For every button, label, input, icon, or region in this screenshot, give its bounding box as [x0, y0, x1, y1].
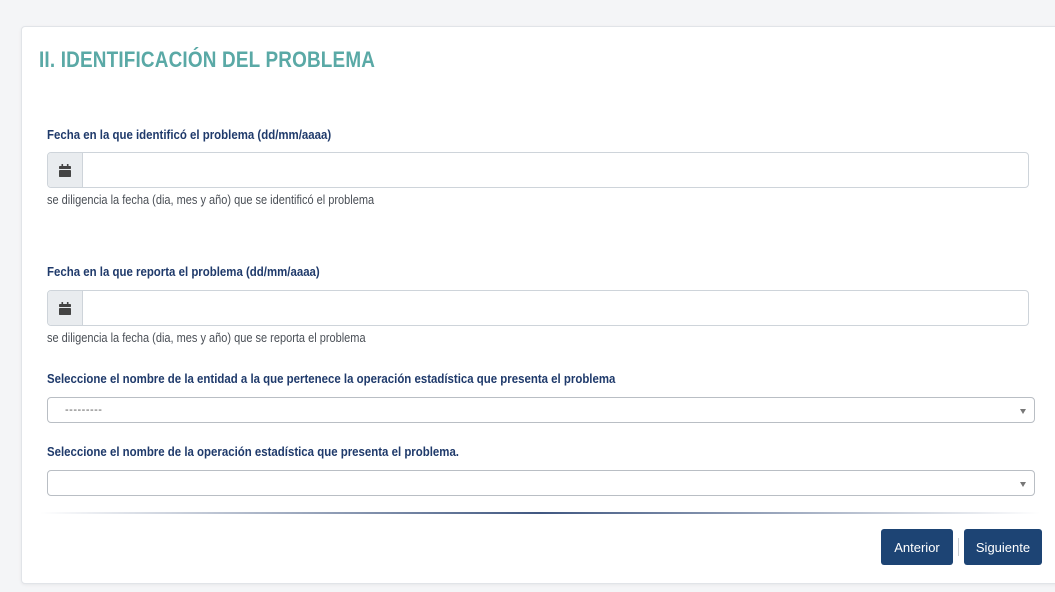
calendar-icon[interactable]: [48, 291, 83, 325]
identified-date-help: se diligencia la fecha (dia, mes y año) …: [47, 193, 375, 207]
entity-select[interactable]: ---------: [47, 397, 1035, 423]
identified-date-input[interactable]: [83, 153, 1028, 187]
report-date-help: se diligencia la fecha (dia, mes y año) …: [47, 331, 366, 345]
report-date-input[interactable]: [83, 291, 1028, 325]
report-date-label: Fecha en la que reporta el problema (dd/…: [47, 264, 320, 279]
chevron-down-icon: [1020, 482, 1026, 487]
section-divider: [40, 512, 1040, 514]
entity-selected-value: ---------: [65, 404, 103, 416]
identified-date-label: Fecha en la que identificó el problema (…: [47, 127, 332, 142]
identified-date-group: [47, 152, 1029, 188]
calendar-icon[interactable]: [48, 153, 83, 187]
operation-select[interactable]: [47, 470, 1035, 496]
next-button[interactable]: Siguiente: [964, 529, 1042, 565]
operation-select-label: Seleccione el nombre de la operación est…: [47, 444, 459, 459]
entity-select-label: Seleccione el nombre de la entidad a la …: [47, 371, 616, 386]
report-date-group: [47, 290, 1029, 326]
button-separator: [958, 538, 959, 556]
section-title: II. IDENTIFICACIÓN DEL PROBLEMA: [39, 47, 376, 72]
chevron-down-icon: [1020, 409, 1026, 414]
previous-button[interactable]: Anterior: [881, 529, 953, 565]
